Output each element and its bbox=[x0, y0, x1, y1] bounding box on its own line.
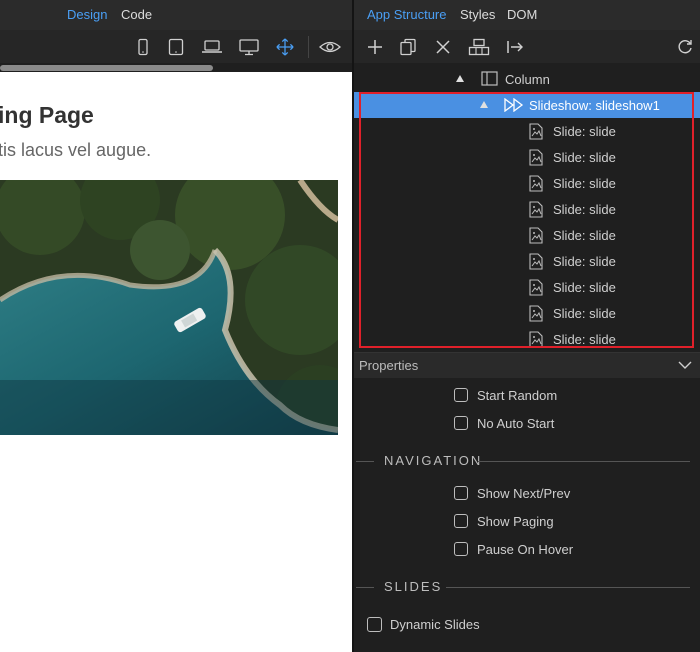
divider-line bbox=[356, 587, 374, 588]
tab-code[interactable]: Code bbox=[121, 7, 152, 22]
slide-image-icon bbox=[529, 201, 543, 218]
tablet-icon[interactable] bbox=[167, 38, 185, 56]
tree-item-slide[interactable]: Slide: slide bbox=[354, 326, 700, 350]
slide-image-icon bbox=[529, 227, 543, 244]
tree-item-label: Slide: slide bbox=[553, 254, 616, 269]
duplicate-icon[interactable] bbox=[399, 38, 417, 56]
device-toolbar bbox=[0, 30, 352, 63]
laptop-icon[interactable] bbox=[201, 38, 223, 56]
navigation-section-header: NAVIGATION bbox=[354, 452, 700, 472]
panel-tabs: App Structure Styles DOM bbox=[354, 0, 700, 30]
page-heading: ing Page bbox=[0, 102, 94, 128]
tab-design[interactable]: Design bbox=[67, 7, 107, 22]
section-title: NAVIGATION bbox=[384, 453, 483, 468]
tree-item-slide[interactable]: Slide: slide bbox=[354, 170, 700, 196]
tab-app-structure[interactable]: App Structure bbox=[367, 7, 447, 22]
hero-image bbox=[0, 180, 338, 435]
page-paragraph: tis lacus vel augue. bbox=[0, 140, 152, 160]
divider-line bbox=[478, 461, 690, 462]
slideshow-icon bbox=[504, 98, 524, 112]
slide-image-icon bbox=[529, 149, 543, 166]
tree-item-label: Slide: slide bbox=[553, 280, 616, 295]
tree-item-slide[interactable]: Slide: slide bbox=[354, 196, 700, 222]
tree-item-label: Slide: slide bbox=[553, 202, 616, 217]
tree-item-column[interactable]: Column bbox=[354, 66, 700, 92]
structure-toolbar bbox=[354, 30, 700, 63]
tree-item-slide[interactable]: Slide: slide bbox=[354, 274, 700, 300]
slide-image-icon bbox=[529, 175, 543, 192]
checkbox[interactable] bbox=[454, 416, 468, 430]
insert-after-icon[interactable] bbox=[506, 38, 524, 56]
tree-item-label: Slide: slide bbox=[553, 176, 616, 191]
properties-header[interactable]: Properties bbox=[354, 352, 700, 378]
view-tabs: Design Code bbox=[0, 0, 352, 31]
inspector-panel: App Structure Styles DOM Column Slidesho… bbox=[354, 0, 700, 652]
structure-tree[interactable]: Column Slideshow: slideshow1 Slide: slid… bbox=[354, 64, 700, 350]
design-pane: Design Code ing Page tis lacus vel augue… bbox=[0, 0, 352, 652]
tree-item-slide[interactable]: Slide: slide bbox=[354, 222, 700, 248]
checkbox[interactable] bbox=[454, 542, 468, 556]
divider-line bbox=[446, 587, 690, 588]
option-label: Dynamic Slides bbox=[390, 617, 480, 632]
tree-item-label: Slide: slide bbox=[553, 124, 616, 139]
slide-image-icon bbox=[529, 253, 543, 270]
tree-item-slide[interactable]: Slide: slide bbox=[354, 144, 700, 170]
checkbox[interactable] bbox=[367, 617, 382, 632]
desktop-icon[interactable] bbox=[238, 38, 260, 56]
option-label: No Auto Start bbox=[477, 416, 555, 431]
checkbox[interactable] bbox=[454, 514, 468, 528]
move-arrows-icon[interactable] bbox=[275, 38, 295, 56]
collapse-caret-icon[interactable] bbox=[456, 75, 464, 82]
slide-image-icon bbox=[529, 123, 543, 140]
checkbox[interactable] bbox=[454, 388, 468, 402]
tree-item-slide[interactable]: Slide: slide bbox=[354, 248, 700, 274]
add-icon[interactable] bbox=[366, 38, 384, 56]
refresh-icon[interactable] bbox=[676, 38, 694, 56]
tab-styles[interactable]: Styles bbox=[460, 7, 495, 22]
chevron-down-icon[interactable] bbox=[678, 359, 692, 371]
column-icon bbox=[481, 71, 498, 86]
tree-item-label: Slide: slide bbox=[553, 228, 616, 243]
collapse-caret-icon[interactable] bbox=[480, 101, 488, 108]
option-label: Show Paging bbox=[477, 514, 554, 529]
slide-image-icon bbox=[529, 305, 543, 322]
tab-dom[interactable]: DOM bbox=[507, 7, 537, 22]
divider-line bbox=[356, 461, 374, 462]
tree-item-label: Slideshow: slideshow1 bbox=[529, 98, 660, 113]
properties-title: Properties bbox=[359, 358, 419, 373]
phone-icon[interactable] bbox=[134, 38, 152, 56]
section-title: SLIDES bbox=[384, 579, 443, 594]
tree-item-label: Slide: slide bbox=[553, 306, 616, 321]
tree-item-label: Column bbox=[505, 72, 550, 87]
tree-item-slide[interactable]: Slide: slide bbox=[354, 118, 700, 144]
delete-icon[interactable] bbox=[434, 38, 452, 56]
tree-item-slide[interactable]: Slide: slide bbox=[354, 300, 700, 326]
slide-image-icon bbox=[529, 331, 543, 348]
page-canvas: ing Page tis lacus vel augue. bbox=[0, 72, 352, 652]
horizontal-scrollbar[interactable] bbox=[0, 63, 352, 72]
tree-item-label: Slide: slide bbox=[553, 332, 616, 347]
option-label: Start Random bbox=[477, 388, 558, 403]
slide-image-icon bbox=[529, 279, 543, 296]
tree-item-slideshow[interactable]: Slideshow: slideshow1 bbox=[354, 92, 700, 118]
eye-icon[interactable] bbox=[318, 38, 342, 56]
tree-item-label: Slide: slide bbox=[553, 150, 616, 165]
component-icon[interactable] bbox=[468, 38, 490, 56]
checkbox[interactable] bbox=[454, 486, 468, 500]
scrollbar-thumb[interactable] bbox=[0, 65, 213, 71]
slides-section-header: SLIDES bbox=[354, 578, 700, 598]
option-label: Show Next/Prev bbox=[477, 486, 571, 501]
option-label: Pause On Hover bbox=[477, 542, 574, 557]
